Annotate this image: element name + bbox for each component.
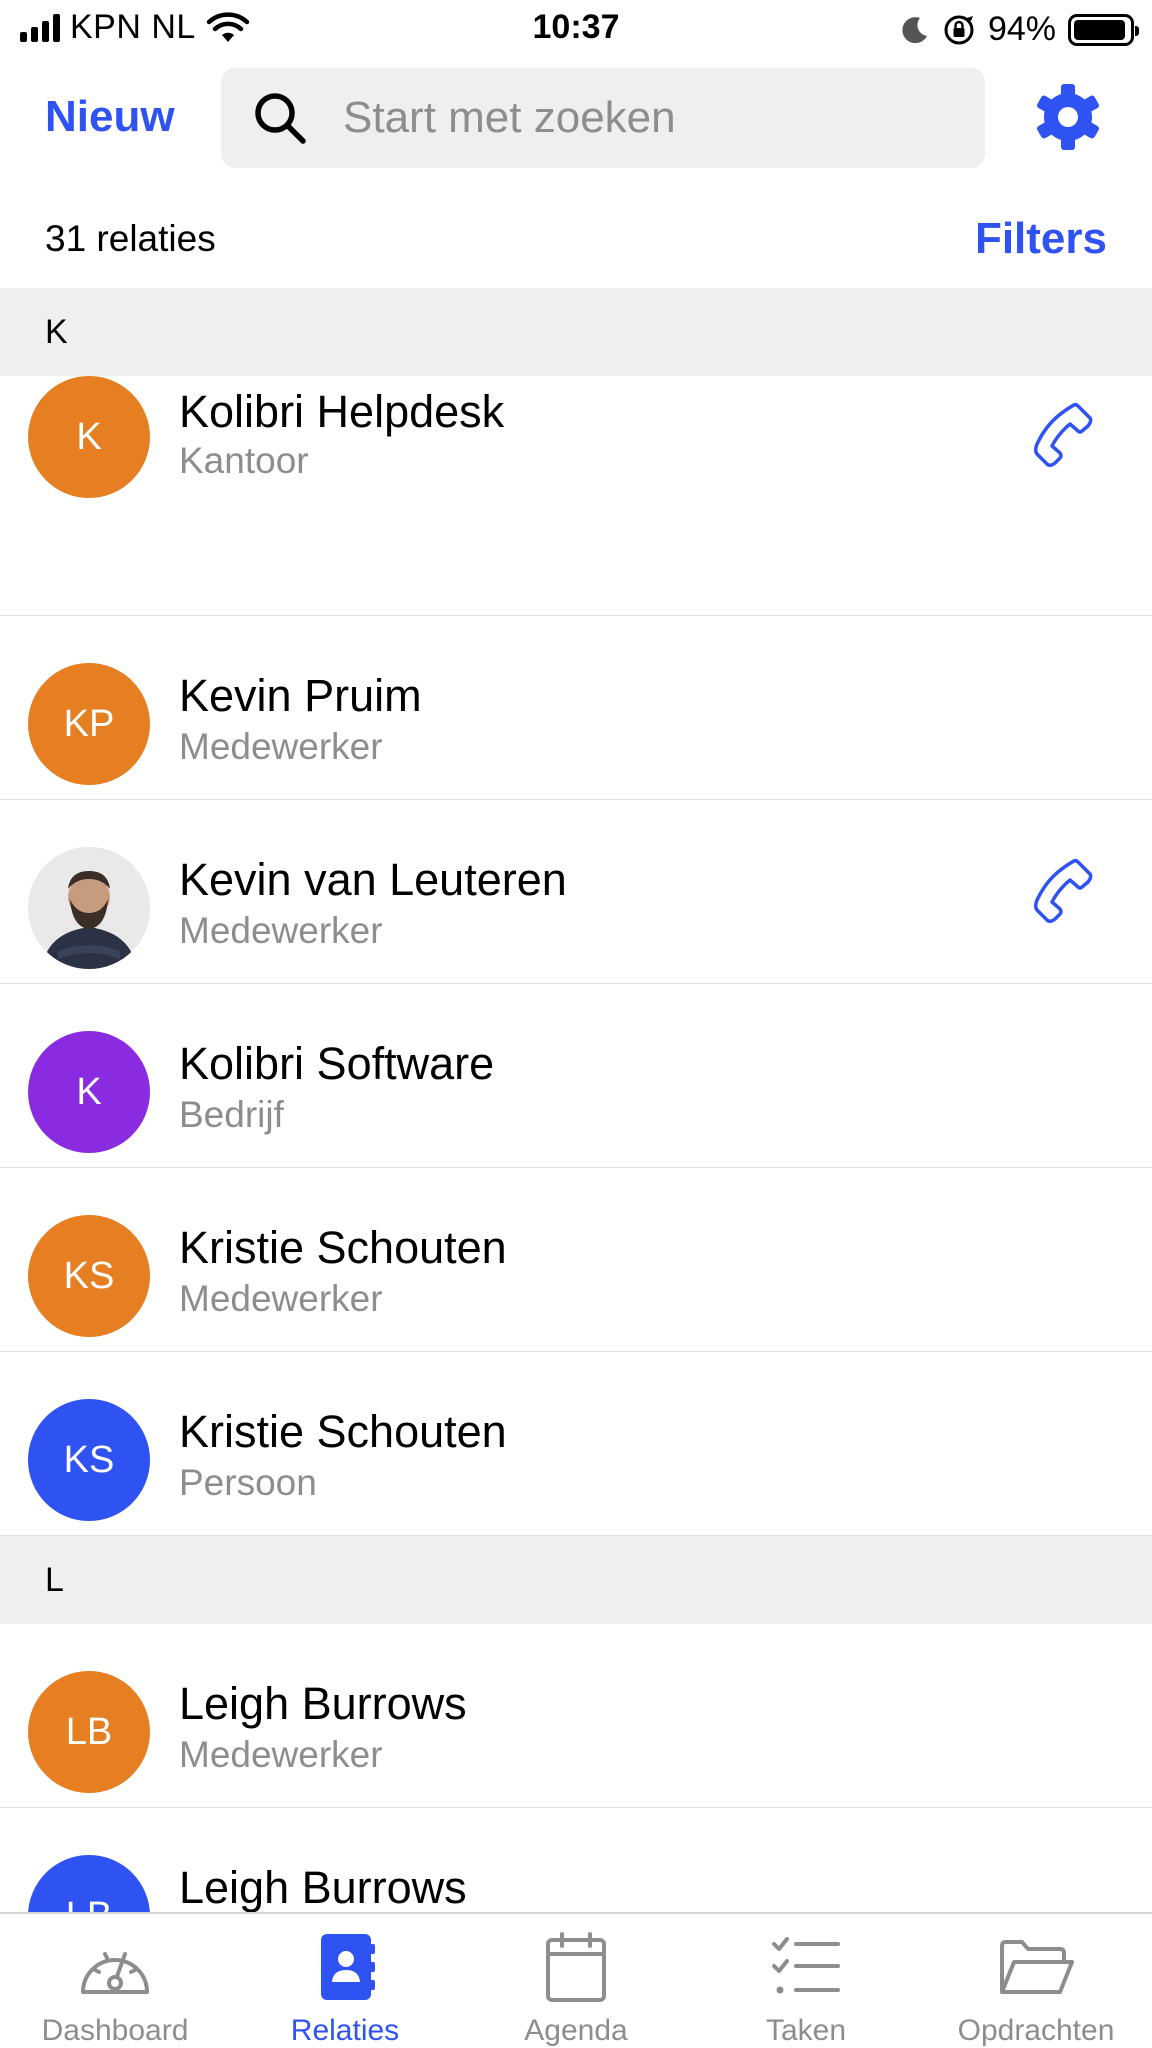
count-row: 31 relaties Filters: [0, 200, 1152, 280]
list-item[interactable]: KP Kevin Pruim Medewerker: [0, 616, 1152, 800]
relation-name: Kolibri Helpdesk: [179, 386, 505, 437]
battery-percentage: 94%: [987, 10, 1056, 48]
tab-label: Dashboard: [41, 2014, 189, 2047]
list-item[interactable]: K Kolibri Helpdesk Kantoor: [0, 376, 1152, 616]
profile-photo: [28, 847, 150, 969]
avatar: KS: [28, 1399, 150, 1521]
relation-name: Leigh Burrows: [179, 1862, 467, 1912]
filters-button[interactable]: Filters: [975, 214, 1107, 264]
search-placeholder: Start met zoeken: [343, 93, 676, 142]
relation-type: Medewerker: [179, 910, 383, 951]
dashboard-icon: [81, 1952, 149, 1994]
search-icon: [255, 93, 306, 144]
status-bar-right: 94%: [900, 10, 1139, 49]
list-item[interactable]: KS Kristie Schouten Persoon: [0, 1352, 1152, 1536]
phone-icon[interactable]: [1030, 856, 1100, 926]
tab-label: Relaties: [290, 2014, 400, 2047]
avatar: K: [28, 376, 150, 498]
list-item[interactable]: LB Leigh Burrows Medewerker: [0, 1624, 1152, 1808]
tab-taken[interactable]: Taken: [691, 1914, 921, 2048]
new-button[interactable]: Nieuw: [45, 92, 175, 142]
tab-bar: Dashboard Relaties Agenda Taken Opdrachten: [0, 1912, 1152, 2048]
avatar: KP: [28, 663, 150, 785]
tab-label: Agenda: [524, 2014, 628, 2047]
list-item[interactable]: KS Kristie Schouten Medewerker: [0, 1168, 1152, 1352]
relation-name: Kristie Schouten: [179, 1222, 507, 1273]
avatar: KS: [28, 1215, 150, 1337]
gear-icon[interactable]: [1033, 82, 1103, 152]
relations-list: K K Kolibri Helpdesk Kantoor KP Kevin Pruim Me…: [0, 288, 1152, 1912]
search-input[interactable]: Start met zoeken: [221, 68, 985, 168]
list-item[interactable]: K Kolibri Software Bedrijf: [0, 984, 1152, 1168]
section-header-l: L: [0, 1536, 1152, 1624]
battery-fill: [1074, 19, 1125, 40]
tasks-icon: [772, 1937, 840, 1994]
moon-icon: [902, 16, 927, 43]
folder-icon: [1000, 1940, 1074, 1994]
calendar-icon: [546, 1932, 606, 2002]
relation-name: Kevin Pruim: [179, 670, 422, 721]
relation-type: Medewerker: [179, 726, 383, 767]
relation-name: Kevin van Leuteren: [179, 854, 567, 905]
relations-count: 31 relaties: [45, 218, 216, 259]
relation-type: Kantoor: [179, 440, 309, 481]
avatar: [28, 847, 150, 969]
status-bar: KPN NL 10:37 94%: [0, 0, 1152, 58]
list-item[interactable]: Kevin van Leuteren Medewerker: [0, 800, 1152, 984]
header: Nieuw Start met zoeken: [0, 66, 1152, 168]
relation-name: Kolibri Software: [179, 1038, 495, 1089]
tab-label: Opdrachten: [957, 2014, 1115, 2047]
tab-dashboard[interactable]: Dashboard: [0, 1914, 230, 2048]
relation-name: Kristie Schouten: [179, 1406, 507, 1457]
relation-type: Persoon: [179, 1462, 317, 1503]
list-item[interactable]: LBLeigh BurrowsPersoon: [0, 1808, 1152, 1912]
tab-opdrachten[interactable]: Opdrachten: [921, 1914, 1151, 2048]
battery-icon: [1068, 13, 1139, 46]
tab-relaties[interactable]: Relaties: [230, 1914, 460, 2048]
avatar: K: [28, 1031, 150, 1153]
contacts-icon: [321, 1934, 375, 2000]
relation-type: Bedrijf: [179, 1094, 284, 1135]
phone-icon[interactable]: [1030, 400, 1100, 470]
relation-type: Medewerker: [179, 1278, 383, 1319]
rotation-lock-icon: [944, 15, 974, 44]
relation-type: Medewerker: [179, 1734, 383, 1775]
relation-name: Leigh Burrows: [179, 1678, 467, 1729]
avatar: LB: [28, 1855, 150, 1912]
avatar: LB: [28, 1671, 150, 1793]
tab-agenda[interactable]: Agenda: [461, 1914, 691, 2048]
section-header-k: K: [0, 288, 1152, 376]
tab-label: Taken: [765, 2014, 847, 2047]
